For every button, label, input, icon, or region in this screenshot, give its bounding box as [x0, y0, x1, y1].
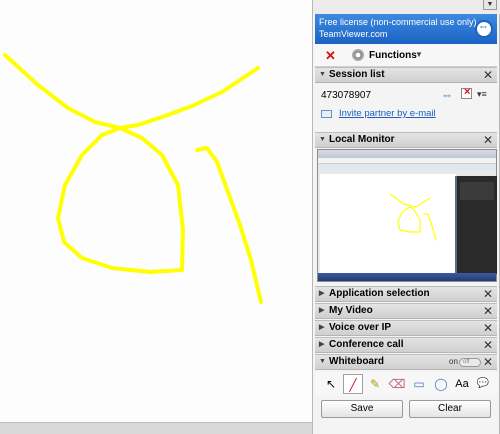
section-title: Conference call — [329, 339, 404, 350]
teamviewer-panel: ▼ Free license (non-commercial use only)… — [312, 0, 500, 434]
collapse-icon[interactable]: ▼ — [319, 133, 326, 147]
license-banner: Free license (non-commercial use only) T… — [315, 14, 497, 44]
panel-handle-button[interactable]: ▼ — [483, 0, 497, 10]
pen-tool-icon[interactable]: ╱ — [343, 374, 363, 394]
save-button[interactable]: Save — [321, 400, 403, 418]
section-my-video[interactable]: ▶ My Video ✕ — [315, 303, 497, 319]
gear-icon[interactable] — [352, 49, 364, 61]
menu-icon[interactable]: ▾≡ — [477, 89, 487, 100]
rectangle-tool-icon[interactable]: ▭ — [409, 374, 429, 394]
section-title: Whiteboard — [329, 356, 384, 367]
toggle-on-label: on — [449, 357, 458, 366]
whiteboard-toolbar: ↖ ╱ ✎ ⌫ ▭ ◯ Aa 💬 — [315, 372, 497, 396]
expand-icon[interactable]: ▶ — [319, 321, 324, 335]
section-session-list[interactable]: ▼ Session list ✕ — [315, 67, 497, 83]
section-title: Session list — [329, 69, 385, 80]
close-icon[interactable]: ✕ — [483, 133, 493, 147]
section-title: Application selection — [329, 288, 430, 299]
panel-top-bar: ▼ — [313, 0, 500, 14]
session-toolbar: ✕ Functions ▼ — [315, 45, 497, 67]
close-icon[interactable]: ✕ — [483, 355, 493, 369]
ellipse-tool-icon[interactable]: ◯ — [431, 374, 451, 394]
collapse-icon[interactable]: ▼ — [319, 68, 326, 82]
chevron-down-icon[interactable]: ▼ — [415, 50, 423, 59]
swap-arrows-icon[interactable]: ⇔ — [441, 88, 453, 102]
section-title: Local Monitor — [329, 134, 395, 145]
whiteboard-toggle[interactable]: off — [459, 358, 481, 367]
collapse-icon[interactable]: ▼ — [319, 355, 326, 369]
stop-session-icon[interactable] — [461, 86, 472, 99]
close-icon[interactable]: ✕ — [483, 321, 493, 335]
functions-menu-button[interactable]: Functions — [369, 50, 417, 61]
preview-browser-tabs — [318, 150, 496, 158]
canvas-scroll-area — [0, 422, 312, 434]
expand-icon[interactable]: ▶ — [319, 287, 324, 301]
eraser-tool-icon[interactable]: ⌫ — [387, 374, 407, 394]
section-voice-over-ip[interactable]: ▶ Voice over IP ✕ — [315, 320, 497, 336]
section-title: My Video — [329, 305, 373, 316]
mail-icon — [321, 110, 332, 118]
preview-whiteboard — [320, 174, 456, 274]
preview-dark-window — [455, 176, 497, 274]
license-text: Free license (non-commercial use only) — [319, 17, 477, 27]
close-icon[interactable]: ✕ — [483, 304, 493, 318]
drawing-strokes — [3, 53, 263, 304]
expand-icon[interactable]: ▶ — [319, 304, 324, 318]
select-tool-icon[interactable]: ↖ — [321, 374, 341, 394]
section-whiteboard[interactable]: ▼ Whiteboard on off ✕ — [315, 354, 497, 370]
speech-bubble-tool-icon[interactable]: 💬 — [473, 374, 493, 394]
teamviewer-logo-icon — [475, 20, 493, 38]
invite-partner-link[interactable]: Invite partner by e-mail — [339, 108, 436, 119]
section-title: Voice over IP — [329, 322, 392, 333]
highlighter-tool-icon[interactable]: ✎ — [365, 374, 385, 394]
close-icon[interactable]: ✕ — [483, 338, 493, 352]
website-text: TeamViewer.com — [319, 29, 388, 39]
stroke-2 — [56, 126, 185, 274]
stroke-1 — [3, 53, 260, 130]
expand-icon[interactable]: ▶ — [319, 338, 324, 352]
close-icon[interactable]: ✕ — [483, 68, 493, 82]
section-local-monitor[interactable]: ▼ Local Monitor ✕ — [315, 132, 497, 148]
close-icon[interactable]: ✕ — [325, 48, 336, 64]
close-icon[interactable]: ✕ — [483, 287, 493, 301]
section-conference-call[interactable]: ▶ Conference call ✕ — [315, 337, 497, 353]
section-application-selection[interactable]: ▶ Application selection ✕ — [315, 286, 497, 302]
text-tool-icon[interactable]: Aa — [452, 374, 472, 394]
stroke-3 — [195, 146, 263, 304]
preview-strokes — [389, 193, 437, 241]
local-monitor-preview — [317, 149, 497, 282]
preview-bookmarks-bar — [318, 164, 496, 170]
clear-button[interactable]: Clear — [409, 400, 491, 418]
session-partner-id: 473078907 — [321, 90, 372, 101]
preview-taskbar — [318, 273, 496, 281]
whiteboard-canvas[interactable] — [0, 0, 312, 434]
